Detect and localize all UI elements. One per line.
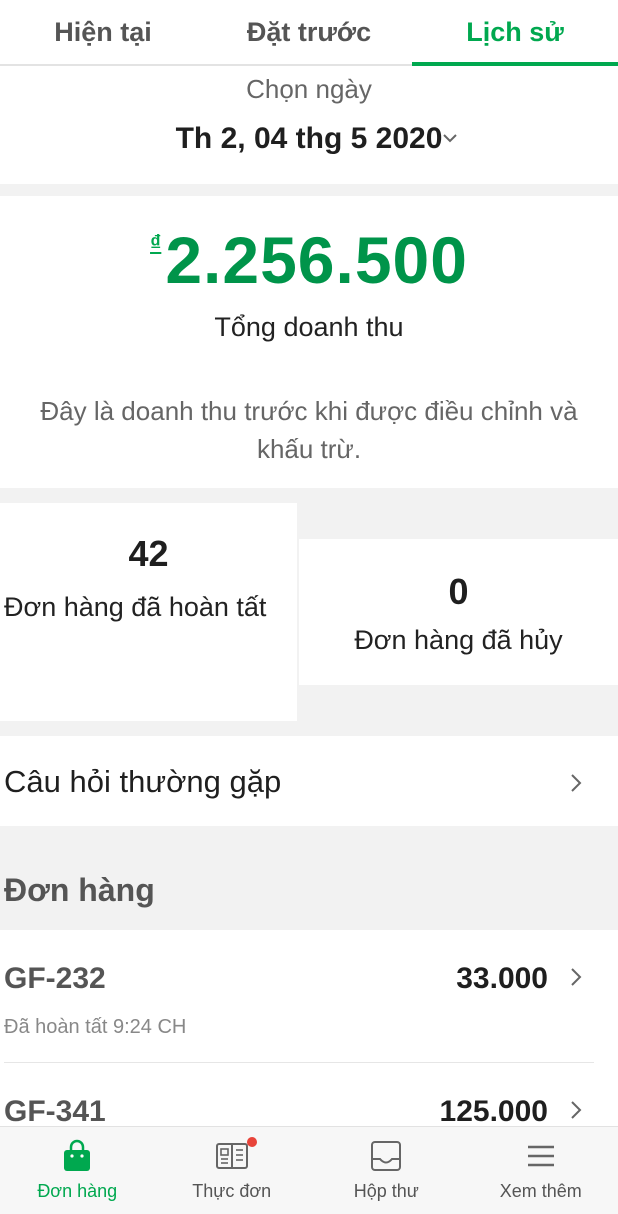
nav-menu[interactable]: Thực đơn [155, 1127, 310, 1214]
cancelled-orders-label: Đơn hàng đã hủy [354, 625, 563, 655]
currency-symbol: ₫ [150, 230, 162, 255]
nav-more[interactable]: Xem thêm [464, 1127, 618, 1214]
order-id: GF-232 [4, 962, 106, 995]
bottom-navigation: Đơn hàng Thực đơn Hộp thư Xem thêm [0, 1126, 618, 1214]
order-row[interactable]: GF-232 33.000 Đã hoàn tất 9:24 CH [0, 930, 618, 1063]
nav-menu-label: Thực đơn [192, 1181, 272, 1201]
order-amount: 33.000 [456, 962, 548, 995]
cancelled-orders-count: 0 [448, 571, 469, 612]
tab-current[interactable]: Hiện tại [0, 0, 206, 64]
orders-list: GF-232 33.000 Đã hoàn tất 9:24 CH GF-341… [0, 930, 618, 1130]
total-revenue-amount: 2.256.500 [165, 223, 468, 297]
faq-row[interactable]: Câu hỏi thường gặp [0, 736, 618, 826]
chevron-right-icon [571, 968, 582, 986]
order-status: Đã hoàn tất 9:24 CH [4, 1016, 187, 1038]
nav-inbox[interactable]: Hộp thư [309, 1127, 464, 1214]
nav-orders-label: Đơn hàng [37, 1181, 118, 1201]
total-revenue-label: Tổng doanh thu [214, 312, 404, 342]
hamburger-icon [527, 1145, 554, 1167]
revenue-card: ₫2.256.500 Tổng doanh thu Đây là doanh t… [0, 196, 618, 488]
tab-history[interactable]: Lịch sử [412, 0, 618, 66]
chevron-right-icon [571, 774, 582, 792]
tab-scheduled[interactable]: Đặt trước [206, 0, 412, 64]
date-picker-label: Chọn ngày [246, 74, 372, 104]
order-amount: 125.000 [439, 1095, 548, 1128]
selected-date[interactable]: Th 2, 04 thg 5 2020 [0, 122, 618, 156]
chevron-down-icon[interactable] [440, 128, 460, 148]
revenue-note: Đây là doanh thu trước khi được điều chỉ… [40, 396, 578, 464]
faq-label: Câu hỏi thường gặp [4, 764, 282, 799]
date-picker[interactable]: Chọn ngày Th 2, 04 thg 5 2020 [0, 66, 618, 184]
orders-section-title: Đơn hàng [4, 872, 155, 908]
shopping-bag-icon [64, 1139, 91, 1171]
chevron-right-icon [571, 1101, 582, 1119]
order-row[interactable]: GF-341 125.000 [0, 1063, 618, 1130]
nav-orders[interactable]: Đơn hàng [0, 1127, 155, 1214]
order-id: GF-341 [4, 1095, 106, 1128]
completed-orders-count: 42 [128, 533, 169, 574]
notification-dot [246, 1137, 257, 1147]
cancelled-orders-card: 0 Đơn hàng đã hủy [299, 539, 618, 685]
completed-orders-label: Đơn hàng đã hoàn tất [4, 592, 267, 622]
inbox-icon [371, 1141, 402, 1171]
revenue-amount-row: ₫2.256.500 [0, 222, 618, 298]
completed-orders-card: 42 Đơn hàng đã hoàn tất [0, 503, 297, 721]
tab-bar: Hiện tại Đặt trước Lịch sử [0, 0, 618, 66]
menu-book-icon [215, 1143, 248, 1169]
nav-inbox-label: Hộp thư [353, 1181, 419, 1201]
nav-more-label: Xem thêm [499, 1181, 582, 1201]
